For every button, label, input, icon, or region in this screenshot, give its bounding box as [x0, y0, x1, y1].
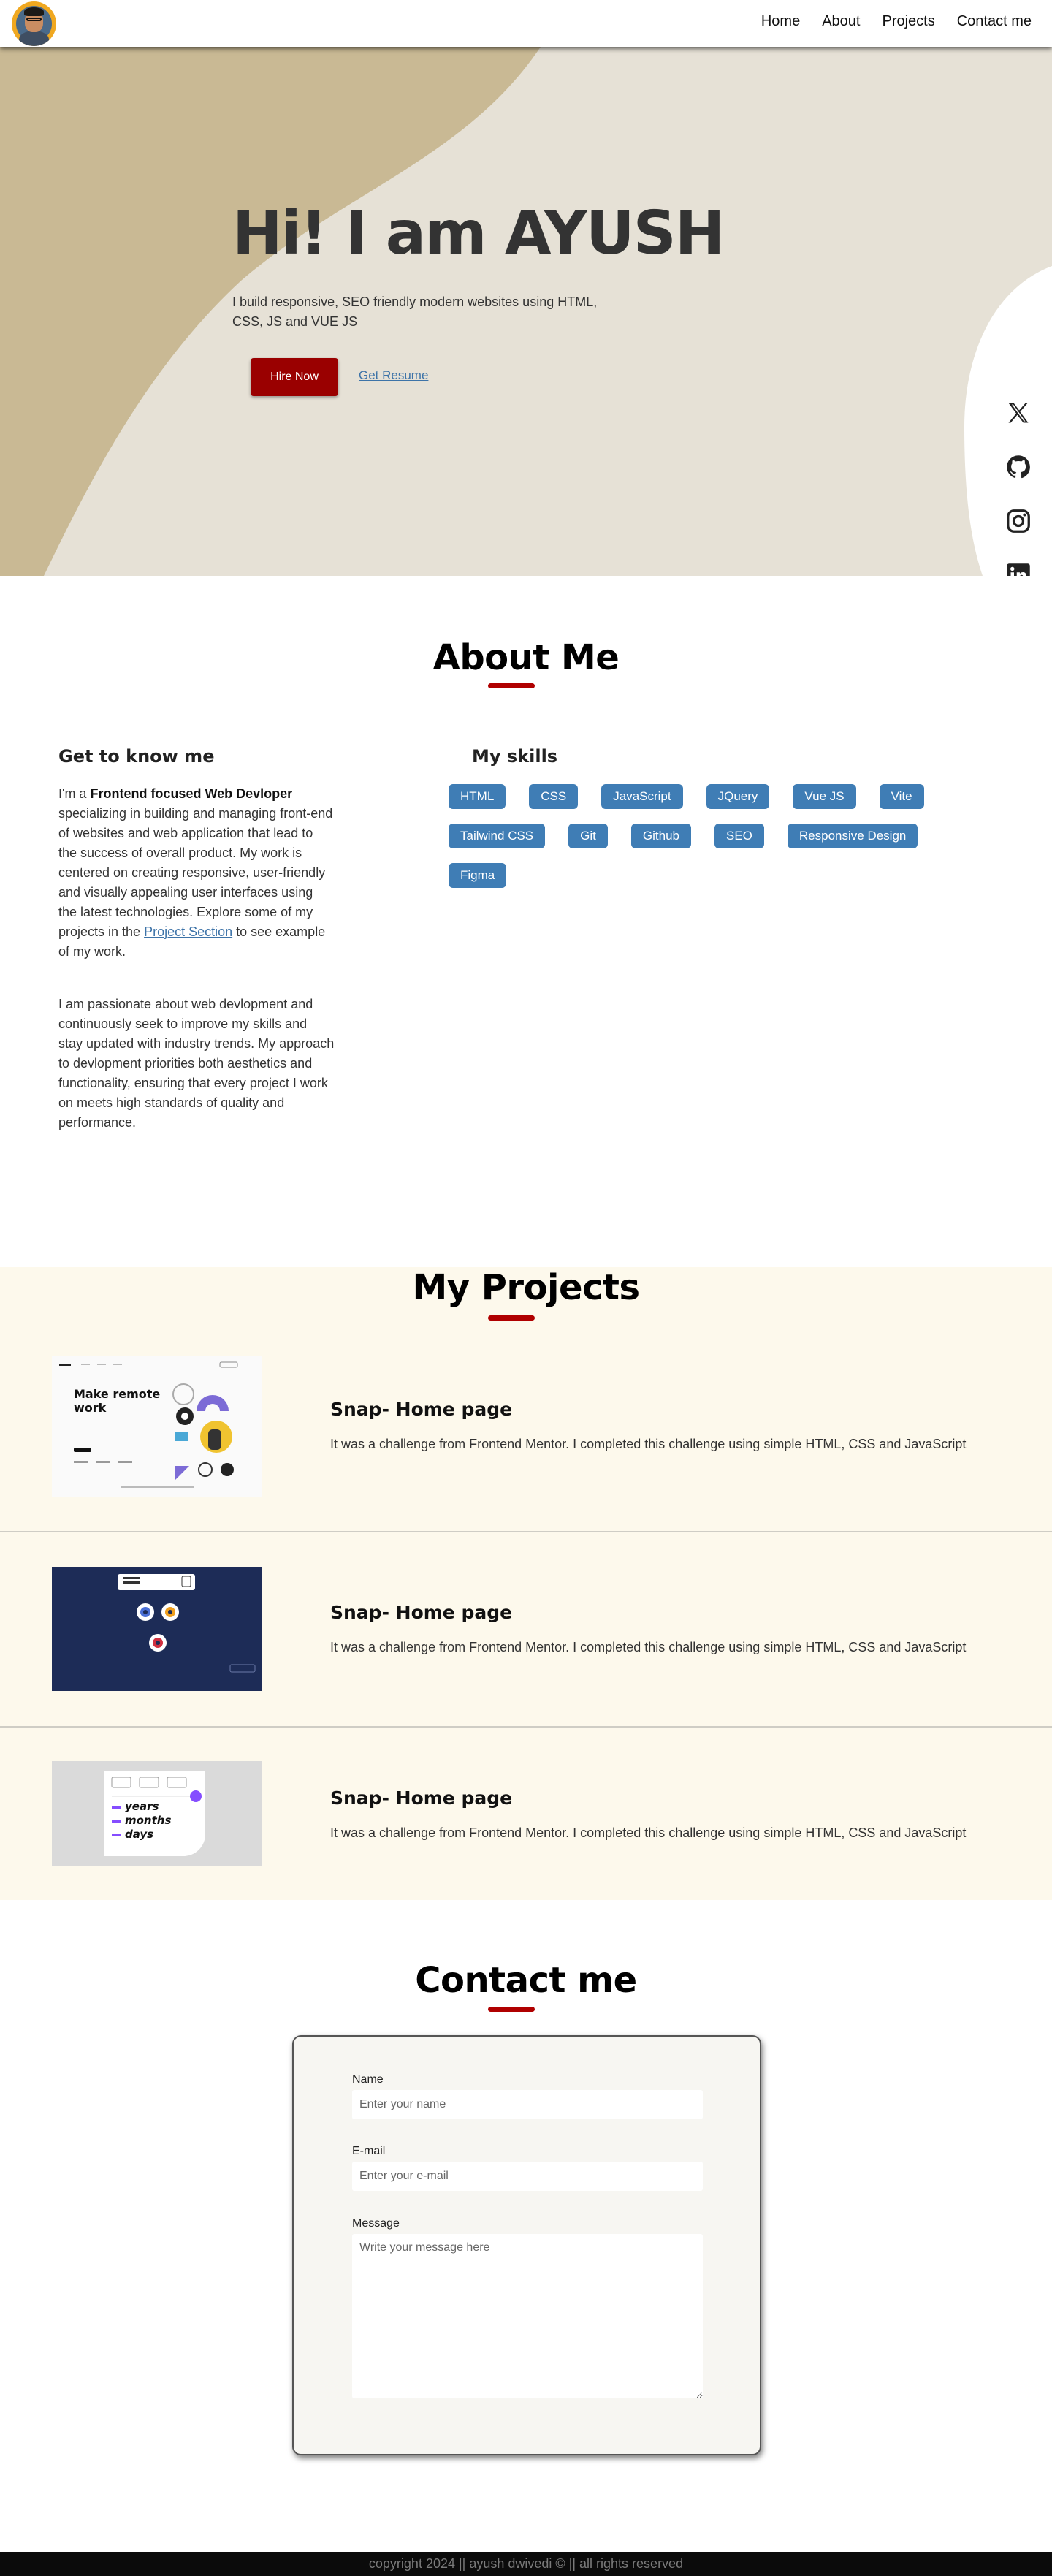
project-thumbnail-art	[52, 1356, 262, 1497]
about-paragraph-2: I am passionate about web devlopment and…	[58, 997, 335, 1130]
about-paragraph-1: I'm a Frontend focused Web Devloper spec…	[58, 784, 335, 962]
email-input[interactable]	[352, 2162, 703, 2191]
skill-badge: HTML	[449, 784, 506, 809]
project-thumbnail-text: years months days	[125, 1800, 171, 1842]
about-p1-text: I'm a	[58, 786, 91, 801]
project-description: It was a challenge from Frontend Mentor.…	[330, 1437, 967, 1451]
thumb-line: years	[125, 1800, 159, 1813]
skill-badge: SEO	[714, 824, 764, 848]
project-title: Snap- Home page	[330, 1787, 513, 1809]
project-description: It was a challenge from Frontend Mentor.…	[330, 1825, 967, 1840]
about-p1-role: Frontend focused Web Devloper	[90, 786, 293, 801]
nav-home[interactable]: Home	[761, 13, 800, 30]
contact-form: Name E-mail Message	[292, 2035, 761, 2455]
projects-title-underline	[488, 1315, 535, 1321]
projects-title: My Projects	[412, 1267, 640, 1308]
thumb-line: months	[125, 1814, 172, 1827]
nav-about[interactable]: About	[822, 13, 860, 30]
skill-badge: Tailwind CSS	[449, 824, 546, 848]
hero-title: Hi! I am AYUSH	[232, 199, 725, 268]
footer: copyright 2024 || ayush dwivedi © || all…	[0, 2552, 1052, 2576]
nav-projects[interactable]: Projects	[882, 13, 934, 30]
contact-title-underline	[488, 2007, 535, 2012]
skills-list: HTML CSS JavaScript JQuery Vue JS Vite T…	[449, 784, 989, 888]
project-thumbnail-heading: Make remote work	[74, 1387, 161, 1415]
skill-badge: Responsive Design	[787, 824, 918, 848]
skill-badge: Figma	[449, 863, 507, 888]
avatar[interactable]	[12, 1, 56, 46]
get-resume-link[interactable]: Get Resume	[359, 368, 428, 383]
project-thumbnail[interactable]: Make remote work	[52, 1356, 262, 1497]
name-label: Name	[352, 2073, 384, 2086]
github-icon[interactable]	[1005, 454, 1032, 480]
message-textarea[interactable]	[352, 2234, 703, 2398]
skill-badge: JavaScript	[601, 784, 683, 809]
skill-badge: Vue JS	[793, 784, 856, 809]
linkedin-icon[interactable]	[1005, 562, 1032, 576]
message-label: Message	[352, 2217, 400, 2230]
hire-now-button[interactable]: Hire Now	[251, 358, 338, 396]
project-section-link[interactable]: Project Section	[144, 924, 232, 939]
avatar-glasses	[26, 18, 42, 21]
skill-badge: JQuery	[706, 784, 770, 809]
skill-badge: Github	[630, 824, 691, 848]
about-title: About Me	[432, 637, 620, 678]
project-thumbnail-art	[52, 1567, 262, 1691]
avatar-body	[19, 31, 49, 46]
contact-title: Contact me	[415, 1960, 637, 2001]
skill-badge: CSS	[529, 784, 579, 809]
project-divider	[0, 1531, 1052, 1532]
name-input[interactable]	[352, 2090, 703, 2119]
about-title-underline	[488, 683, 535, 688]
skill-badge: Git	[568, 824, 608, 848]
nav-contact[interactable]: Contact me	[957, 13, 1032, 30]
email-label: E-mail	[352, 2145, 386, 2157]
project-thumbnail[interactable]	[52, 1567, 262, 1691]
skills-heading: My skills	[472, 746, 558, 767]
about-p1-body: specializing in building and managing fr…	[58, 806, 333, 939]
skill-badge: Vite	[879, 784, 924, 809]
project-thumbnail[interactable]: years months days	[52, 1761, 262, 1866]
get-to-know-heading: Get to know me	[58, 746, 215, 767]
main-nav: Home About Projects Contact me	[761, 13, 1032, 30]
avatar-hair	[24, 7, 44, 16]
instagram-icon[interactable]	[1005, 508, 1032, 534]
project-description: It was a challenge from Frontend Mentor.…	[330, 1640, 967, 1654]
site-header: Home About Projects Contact me	[0, 0, 1052, 47]
project-title: Snap- Home page	[330, 1602, 513, 1623]
thumb-line: days	[125, 1828, 154, 1841]
hero-subtitle: I build responsive, SEO friendly modern …	[232, 295, 598, 329]
project-divider	[0, 1726, 1052, 1728]
x-icon[interactable]	[1005, 400, 1032, 426]
projects-section: My Projects Make remote work Snap- Home …	[0, 1267, 1052, 1900]
hero-section: Hi! I am AYUSH I build responsive, SEO f…	[0, 47, 1052, 576]
social-links	[1005, 400, 1032, 576]
project-title: Snap- Home page	[330, 1399, 513, 1420]
